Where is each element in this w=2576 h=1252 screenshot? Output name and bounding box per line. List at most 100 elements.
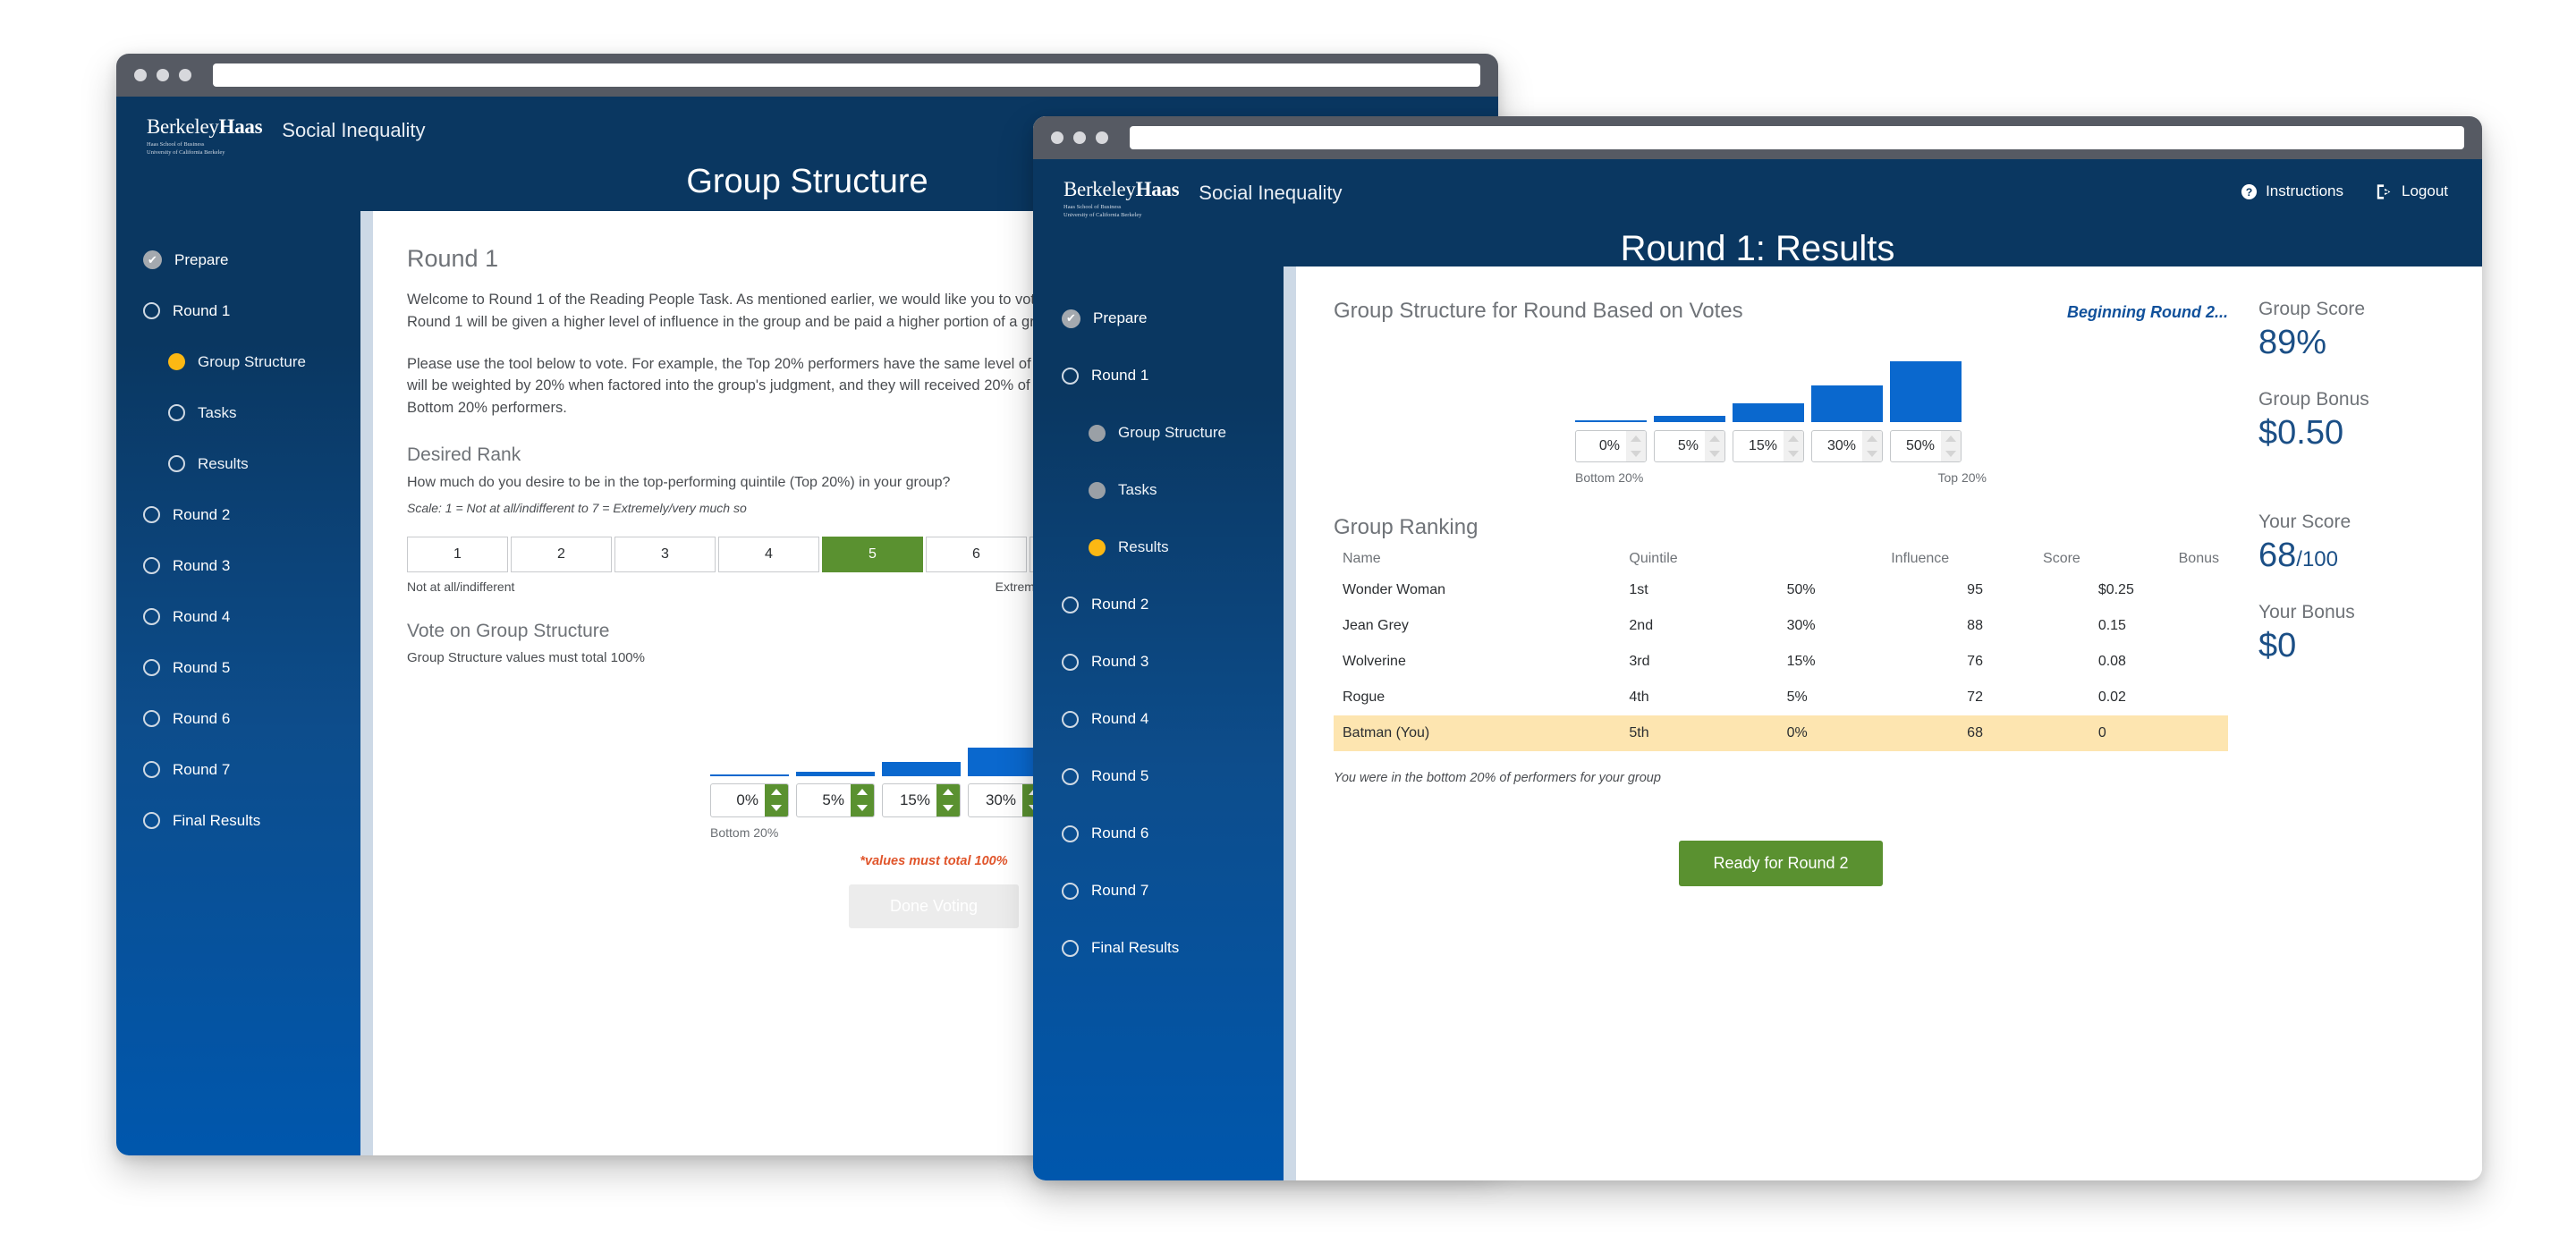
empty-circle-icon <box>1062 825 1079 842</box>
logout-button[interactable]: Logout <box>2376 182 2448 200</box>
sidebar-item-round-4[interactable]: Round 4 <box>116 591 360 642</box>
spinner-down-icon[interactable] <box>851 800 874 816</box>
spinner-buttons[interactable] <box>936 783 960 816</box>
logout-icon <box>2376 183 2394 200</box>
spinner-up-icon[interactable] <box>765 784 788 800</box>
browser-window-results: BerkeleyHaas Haas School of Business Uni… <box>1033 116 2482 1180</box>
spinner-buttons[interactable] <box>765 783 788 816</box>
sidebar-item-round-1[interactable]: Round 1 <box>116 285 360 336</box>
maximize-dot-icon[interactable] <box>179 69 191 81</box>
content-card-front: Group Structure for Round Based on Votes… <box>1296 266 2482 1180</box>
ranking-heading: Group Ranking <box>1334 515 1479 539</box>
sidebar-item-round-6[interactable]: Round 6 <box>1033 805 1284 862</box>
spinner-down-icon[interactable] <box>936 800 960 816</box>
spinner-down-icon[interactable] <box>765 800 788 816</box>
results-axis-right: Top 20% <box>1937 470 1987 485</box>
close-dot-icon[interactable] <box>134 69 147 81</box>
sidebar-item-prepare[interactable]: ✔ Prepare <box>1033 290 1284 347</box>
browser-chrome-bar-front <box>1033 116 2482 159</box>
cell-name: Wolverine <box>1343 654 1406 669</box>
sidebar-item-tasks[interactable]: Tasks <box>1033 461 1284 519</box>
sidebar-item-tasks[interactable]: Tasks <box>116 387 360 438</box>
quintile-spinner-1[interactable]: 5% <box>796 782 875 817</box>
spinner-value[interactable]: 15% <box>883 784 936 816</box>
sidebar-item-round-3[interactable]: Round 3 <box>116 540 360 591</box>
quintile-spinner-2[interactable]: 15% <box>882 782 961 817</box>
sidebar-item-round-1[interactable]: Round 1 <box>1033 347 1284 404</box>
sidebar-item-round-7[interactable]: Round 7 <box>116 744 360 795</box>
close-dot-icon[interactable] <box>1051 131 1063 144</box>
sidebar-item-round-5[interactable]: Round 5 <box>116 642 360 693</box>
spinner-buttons <box>1784 431 1803 461</box>
done-voting-button[interactable]: Done Voting <box>848 884 1020 928</box>
empty-circle-icon <box>143 302 160 319</box>
app-header-front: BerkeleyHaas Haas School of Business Uni… <box>1033 159 2482 268</box>
window-control-dots[interactable] <box>134 69 191 81</box>
cell-bonus: $0.25 <box>2097 582 2134 597</box>
empty-circle-icon <box>1062 710 1079 728</box>
results-bar-chart <box>1575 347 1987 422</box>
sidebar-item-round-6[interactable]: Round 6 <box>116 693 360 744</box>
maximize-dot-icon[interactable] <box>1096 131 1108 144</box>
sidebar-item-round-3[interactable]: Round 3 <box>1033 633 1284 690</box>
sidebar-item-results[interactable]: Results <box>1033 519 1284 576</box>
instructions-label: Instructions <box>2266 182 2343 199</box>
page-title-front: Round 1: Results <box>1620 228 1895 268</box>
sidebar-item-label: Round 5 <box>173 658 231 676</box>
sidebar-item-final-results[interactable]: Final Results <box>116 795 360 846</box>
spinner-buttons[interactable] <box>851 783 874 816</box>
spinner-value[interactable]: 5% <box>797 784 851 816</box>
results-stats-column: Group Score 89% Group Bonus $0.50 Your Score… <box>2258 299 2482 1180</box>
stat-block-group-score: Group Score 89% <box>2258 299 2466 362</box>
sidebar-item-round-2[interactable]: Round 2 <box>116 489 360 540</box>
spinner-value[interactable]: 0% <box>711 784 765 816</box>
logo-subtitle-2: University of California Berkeley <box>147 149 225 156</box>
spinner-up-icon[interactable] <box>851 784 874 800</box>
instructions-button[interactable]: ? Instructions <box>2241 182 2343 200</box>
berkeley-haas-logo: BerkeleyHaas Haas School of Business Uni… <box>147 116 263 157</box>
bar-3 <box>1811 385 1883 422</box>
minimize-dot-icon[interactable] <box>1073 131 1086 144</box>
empty-circle-icon <box>143 761 160 778</box>
likert-option-6[interactable]: 6 <box>926 536 1027 572</box>
ready-for-round-button[interactable]: Ready for Round 2 <box>1679 841 1883 886</box>
likert-option-3[interactable]: 3 <box>614 536 716 572</box>
sidebar-item-round-4[interactable]: Round 4 <box>1033 690 1284 748</box>
sidebar-item-round-2[interactable]: Round 2 <box>1033 576 1284 633</box>
sidebar-item-round-7[interactable]: Round 7 <box>1033 862 1284 919</box>
sidebar-item-label: Round 6 <box>173 709 231 727</box>
spinner-up-icon[interactable] <box>936 784 960 800</box>
sidebar-item-prepare[interactable]: ✔ Prepare <box>116 234 360 285</box>
bar-2 <box>1733 403 1804 422</box>
likert-option-1[interactable]: 1 <box>407 536 508 572</box>
spinner-buttons <box>1626 431 1646 461</box>
content-gutter <box>360 211 373 1155</box>
results-spinner-row: 0% 5% 15% 30% 50% <box>1575 430 1987 462</box>
likert-option-2[interactable]: 2 <box>511 536 612 572</box>
spinner-value[interactable]: 30% <box>969 784 1022 816</box>
sidebar-item-group-structure[interactable]: Group Structure <box>1033 404 1284 461</box>
active-dot-icon <box>1089 538 1106 556</box>
sidebar-item-final-results[interactable]: Final Results <box>1033 919 1284 977</box>
countdown-label: Beginning Round 2... <box>2067 303 2228 321</box>
table-row: Wolverine 3rd 15% 76 0.08 <box>1334 644 2228 680</box>
sidebar-item-round-5[interactable]: Round 5 <box>1033 748 1284 805</box>
sidebar-item-label: Round 7 <box>1091 882 1149 899</box>
minimize-dot-icon[interactable] <box>157 69 169 81</box>
window-control-dots-front[interactable] <box>1051 131 1108 144</box>
content-gutter-front <box>1284 266 1296 1180</box>
cell-influence: 50% <box>1786 582 1816 597</box>
address-bar-front[interactable] <box>1130 126 2464 149</box>
quintile-spinner-0[interactable]: 0% <box>710 782 789 817</box>
logo-subtitle-1: Haas School of Business <box>1063 204 1122 210</box>
sidebar-item-group-structure[interactable]: Group Structure <box>116 336 360 387</box>
sidebar-item-label: Round 5 <box>1091 767 1149 784</box>
sidebar-item-label: Group Structure <box>1118 424 1226 441</box>
stat-label: Your Score <box>2258 512 2351 532</box>
address-bar[interactable] <box>213 63 1480 87</box>
spinner-up-icon <box>1626 431 1646 446</box>
stat-label: Your Bonus <box>2258 602 2355 622</box>
sidebar-item-results[interactable]: Results <box>116 438 360 489</box>
likert-option-5[interactable]: 5 <box>822 536 923 572</box>
likert-option-4[interactable]: 4 <box>718 536 819 572</box>
